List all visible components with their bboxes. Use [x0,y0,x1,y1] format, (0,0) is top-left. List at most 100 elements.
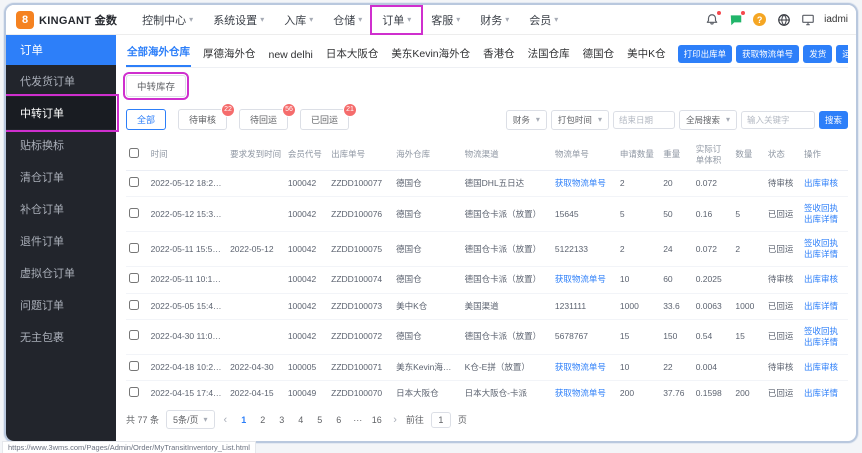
transit-inventory-button[interactable]: 中转库存 [122,72,190,100]
operation-link[interactable]: 出库详情 [804,301,845,312]
chevron-down-icon: ▾ [725,115,730,124]
globe-icon[interactable] [776,12,791,27]
top-menu-item[interactable]: 财务 ▾ [471,8,518,32]
operation-link[interactable]: 出库详情 [804,388,845,399]
page-number[interactable]: 3 [274,413,289,427]
search-button[interactable]: 搜索 [818,110,848,129]
global-search-select[interactable]: 全局搜索 ▾ [678,109,737,130]
operation-link[interactable]: 签收回执 [804,203,845,214]
sidebar-item[interactable]: 虚拟仓订单 [6,257,116,289]
next-page-button[interactable]: › [391,414,399,426]
chat-icon[interactable] [728,10,747,27]
action-button[interactable]: 打印出库单 [677,45,733,63]
row-checkbox[interactable] [129,330,139,341]
help-icon[interactable]: ? [752,12,767,27]
status-tab[interactable]: 全部 [126,109,167,130]
warehouse-tab[interactable]: 美中K仓 [626,43,667,67]
cell-volume: 0.16 [692,196,733,233]
monitor-icon[interactable] [800,12,815,27]
top-menu-item[interactable]: 会员 ▾ [520,8,567,32]
page-number[interactable]: ··· [350,413,365,427]
column-header: 海外仓库 [393,139,462,172]
sidebar-item[interactable]: 退件订单 [6,225,116,257]
operation-link[interactable]: 出库审核 [804,178,845,189]
status-tab[interactable]: 待回运 56 [239,103,297,130]
cell-qty: 200 [732,380,765,402]
top-menu-item[interactable]: 系统设置 ▾ [204,8,273,32]
page-number[interactable]: 16 [369,413,384,427]
bell-icon[interactable] [704,10,723,27]
sidebar-item[interactable]: 代发货订单 [6,65,116,97]
topbar-right: ? iadmi [704,10,848,27]
top-menu-item[interactable]: 订单 ▾ [370,5,424,35]
operation-link[interactable]: 出库详情 [804,337,845,348]
warehouse-tab[interactable]: 香港仓 [482,43,516,67]
get-tracking-link[interactable]: 获取物流单号 [555,362,606,372]
get-tracking-link[interactable]: 获取物流单号 [555,274,606,284]
warehouse-tab[interactable]: 德国仓 [582,43,616,67]
row-checkbox[interactable] [129,299,139,310]
operation-link[interactable]: 签收回执 [804,326,845,337]
cell-apply-qty: 10 [616,266,661,294]
status-tab[interactable]: 待审核 22 [178,103,236,130]
warehouse-tab[interactable]: 日本大阪仓 [325,43,380,67]
page-number[interactable]: 4 [293,413,308,427]
row-checkbox[interactable] [129,273,139,284]
cell-status: 待审核 [764,354,801,381]
status-tab[interactable]: 已回运 21 [300,103,358,130]
keyword-input[interactable] [740,110,815,129]
end-date-input[interactable] [612,110,675,129]
page-number[interactable]: 5 [312,413,327,427]
pack-time-select[interactable]: 打包时间 ▾ [550,109,609,130]
page-number[interactable]: 6 [331,413,346,427]
cell-warehouse: 日本大阪仓 [393,380,462,402]
operation-link[interactable]: 出库详情 [804,249,845,260]
row-checkbox[interactable] [129,242,139,253]
operation-link[interactable]: 出库审核 [804,274,845,285]
sidebar-item[interactable]: 问题订单 [6,289,116,321]
action-button[interactable]: 发货 [803,45,833,63]
action-button[interactable]: 获取物流单号 [736,45,800,63]
row-checkbox[interactable] [129,177,139,188]
warehouse-tab[interactable]: 美东Kevin海外仓 [390,43,471,67]
cell-tracking-no: 获取物流单号 [551,170,617,198]
top-menu-item[interactable]: 控制中心 ▾ [133,8,202,32]
top-menu-item[interactable]: 入库 ▾ [275,8,322,32]
current-user[interactable]: iadmi [824,14,848,25]
sidebar-item[interactable]: 清仓订单 [6,161,116,193]
prev-page-button[interactable]: ‹ [222,414,230,426]
warehouse-tab[interactable]: 全部海外仓库 [126,41,191,67]
operation-link[interactable]: 签收回执 [804,238,845,249]
get-tracking-link[interactable]: 获取物流单号 [555,388,606,398]
sidebar-item[interactable]: 贴标换标 [6,129,116,161]
operation-link[interactable]: 出库详情 [804,214,845,225]
row-checkbox[interactable] [129,386,139,397]
row-checkbox[interactable] [129,207,139,218]
cell-outbound-no: ZZDD100075 [328,231,394,268]
warehouse-tab[interactable]: 法国仓库 [527,43,571,67]
cell-outbound-no: ZZDD100076 [328,196,394,233]
main-content: 全部海外仓库 厚德海外仓 new delhi 日本大阪仓 美东Kevin海外仓 香港仓 法国… [116,35,856,441]
operation-link[interactable]: 出库审核 [804,362,845,373]
select-all-checkbox[interactable] [129,148,139,159]
finance-select[interactable]: 财务 ▾ [505,109,547,130]
sidebar-item[interactable]: 补仓订单 [6,193,116,225]
sidebar-item[interactable]: 中转订单 [6,94,119,132]
sidebar-item[interactable]: 无主包裹 [6,321,116,353]
top-menu-label: 仓储 [333,14,356,27]
warehouse-tab[interactable]: new delhi [268,46,314,67]
action-button[interactable]: 运单签收 [836,45,848,63]
chat-dot [740,10,747,16]
goto-page-input[interactable] [430,411,451,428]
get-tracking-link[interactable]: 获取物流单号 [555,178,606,188]
top-menu-item[interactable]: 客服 ▾ [422,8,469,32]
cell-time: 2022-04-18 10:23:23 [147,354,228,381]
top-menu-label: 系统设置 [213,14,258,27]
warehouse-tab[interactable]: 厚德海外仓 [202,43,257,67]
page-number[interactable]: 2 [255,413,270,427]
page-size-select[interactable]: 5条/页 ▾ [166,410,215,429]
count-badge: 22 [221,103,236,117]
page-number[interactable]: 1 [236,413,251,427]
row-checkbox[interactable] [129,360,139,371]
top-menu-item[interactable]: 仓储 ▾ [324,8,371,32]
